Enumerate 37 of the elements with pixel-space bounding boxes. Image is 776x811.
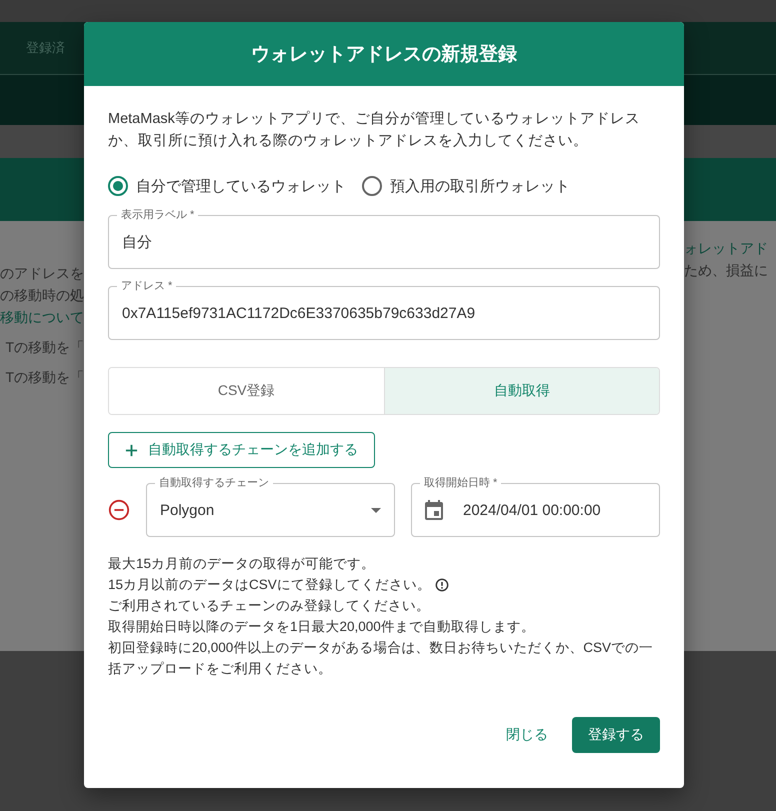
body-text: のアドレスを [0,264,84,283]
field-label: アドレス * [117,279,176,293]
text-field[interactable]: アドレス * 0x7A115ef9731AC1172Dc6E3370635b79c633d27A9 [108,279,660,340]
radio-selected-icon[interactable] [108,176,128,196]
note-text: 取得開始日時以降のデータを1日最大20,000件まで自動取得します。 [108,618,535,636]
dropdown-caret-icon [371,508,381,513]
field-label: 自動取得するチェーン [155,476,273,490]
remove-icon[interactable] [108,499,130,521]
body-text: Tの移動を「 [5,368,84,387]
plus-icon [125,444,138,456]
note-text: 初回登録時に20,000件以上のデータがある場合は、数日お待ちいただくか、CSVでの一括アップロードをご利用ください。 [108,639,654,678]
note-text: ご利用されているチェーンのみ登録してください。 [108,597,430,615]
register-button[interactable]: 登録する [572,717,660,753]
radio-option[interactable]: 預入用の取引所ウォレット [362,176,570,196]
body-text: ため、損益に [684,261,769,280]
radio-empty-icon[interactable] [362,176,382,196]
mode-tab[interactable]: 自動取得 [384,368,659,414]
chain-select[interactable]: 自動取得するチェーン Polygon [146,476,395,537]
intro-text: MetaMask等のウォレットアプリで、ご自分が管理しているウォレットアドレスか、取引所に預け入れる際のウォレットアドレスを入力してください。 [108,110,641,151]
field-value: 0x7A115ef9731AC1172Dc6E3370635b79c633d27A9 [122,304,476,322]
info-icon[interactable] [434,578,449,592]
date-field[interactable]: 取得開始日時 * 2024/04/01 00:00:00 [411,476,660,537]
field-value: 2024/04/01 00:00:00 [463,502,601,518]
field-value: Polygon [160,502,214,518]
dialog-title: ウォレットアドレスの新規登録 [251,42,517,67]
add-chain-button[interactable]: 自動取得するチェーンを追加する [108,432,375,468]
body-text: Tの移動を「 [5,338,84,357]
field-label: 取得開始日時 * [420,476,502,490]
body-text: の移動時の処 [0,286,84,305]
note-text: 最大15カ月前のデータの取得が可能です。 [108,555,376,573]
note-text: 15カ月以前のデータはCSVにて登録してください。 [108,576,431,594]
close-button[interactable]: 閉じる [498,718,556,752]
field-value: 自分 [122,232,152,252]
radio-option[interactable]: 自分で管理しているウォレット [108,176,346,196]
field-label: 表示用ラベル * [117,208,198,222]
calendar-icon [425,500,443,520]
text-field[interactable]: 表示用ラベル * 自分 [108,208,660,269]
